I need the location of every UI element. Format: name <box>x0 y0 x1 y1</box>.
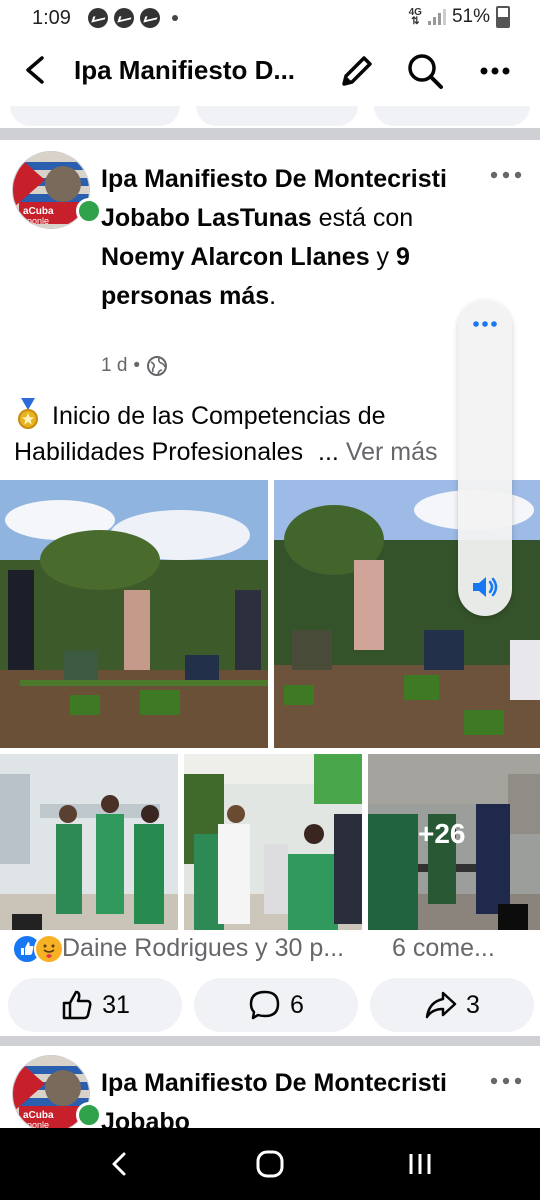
floating-volume-panel[interactable] <box>458 300 512 616</box>
online-status-indicator <box>76 1102 102 1128</box>
nav-recents-icon[interactable] <box>402 1146 438 1182</box>
post-meta: 1 d • <box>101 355 168 377</box>
share-count: 3 <box>466 990 480 1019</box>
meta-separator: • <box>133 355 141 376</box>
tagged-person[interactable]: Noemy Alarcon Llanes <box>101 243 370 271</box>
post-options-icon[interactable] <box>486 1066 526 1096</box>
like-count: 31 <box>102 990 130 1019</box>
share-button[interactable]: 3 <box>370 978 534 1032</box>
globe-icon <box>147 356 168 376</box>
battery-percent: 51% <box>451 6 490 27</box>
nav-back-icon[interactable] <box>102 1146 138 1182</box>
notification-dot-icon <box>172 15 178 21</box>
more-photos-count: +26 <box>418 818 466 849</box>
comment-icon <box>249 990 280 1020</box>
app-bar: Ipa Manifiesto D... <box>0 36 540 106</box>
post-photo[interactable] <box>184 754 362 930</box>
previous-like-button[interactable] <box>10 106 180 126</box>
post-photo[interactable] <box>0 480 268 748</box>
online-status-indicator <box>76 198 102 224</box>
period: . <box>269 282 277 310</box>
edit-pencil-icon[interactable] <box>336 50 378 92</box>
more-dots-icon[interactable] <box>474 50 516 92</box>
network-indicator: 4G ⇅ <box>408 7 422 27</box>
comment-button[interactable]: 6 <box>194 978 358 1032</box>
back-arrow-icon[interactable] <box>18 52 54 88</box>
speaker-icon[interactable] <box>468 570 502 604</box>
svg-text:ponle: ponle <box>27 216 49 226</box>
comments-summary[interactable]: 6 come... <box>392 934 517 963</box>
feed-separator <box>0 128 540 140</box>
like-button[interactable]: 31 <box>8 978 182 1032</box>
like-icon <box>62 990 92 1020</box>
with-text: está con <box>311 204 414 232</box>
post-options-icon[interactable] <box>486 160 526 190</box>
page-title: Ipa Manifiesto D... <box>74 55 296 85</box>
comment-count: 6 <box>290 990 304 1019</box>
post-body: Inicio de las Competencias de Habilidade… <box>14 398 514 470</box>
messenger-icon <box>88 8 108 28</box>
status-bar: 1:09 4G ⇅ 51% <box>0 0 540 36</box>
post-time[interactable]: 1 d <box>101 355 127 377</box>
signal-icon <box>427 9 446 25</box>
and-text: y <box>369 243 397 271</box>
system-navigation-bar <box>0 1128 540 1200</box>
feed-separator <box>0 1036 540 1046</box>
messenger-icon <box>114 8 134 28</box>
post-photo[interactable] <box>0 754 178 930</box>
previous-comment-button[interactable] <box>196 106 358 126</box>
post-header-text: Ipa Manifiesto De Montecristi Jobabo Las… <box>101 160 481 316</box>
previous-share-button[interactable] <box>374 106 530 126</box>
care-reaction-icon <box>34 934 64 964</box>
nav-home-icon[interactable] <box>252 1146 288 1182</box>
see-more-link[interactable]: Ver más <box>346 438 438 466</box>
notification-icons <box>88 8 178 28</box>
status-time: 1:09 <box>32 7 71 29</box>
messenger-icon <box>140 8 160 28</box>
status-right: 4G ⇅ 51% <box>409 6 510 28</box>
reactions-summary[interactable]: Daine Rodrigues y 30 p... <box>62 934 382 963</box>
medal-icon <box>18 398 38 429</box>
panel-more-dots-icon[interactable] <box>470 318 500 330</box>
share-icon <box>425 991 457 1019</box>
network-type: 4G <box>408 7 422 18</box>
post-body-ellipsis: ... <box>318 438 339 466</box>
search-icon[interactable] <box>404 50 446 92</box>
previous-post-actions <box>0 106 540 128</box>
reaction-icons[interactable] <box>12 934 64 964</box>
battery-icon <box>496 6 510 28</box>
